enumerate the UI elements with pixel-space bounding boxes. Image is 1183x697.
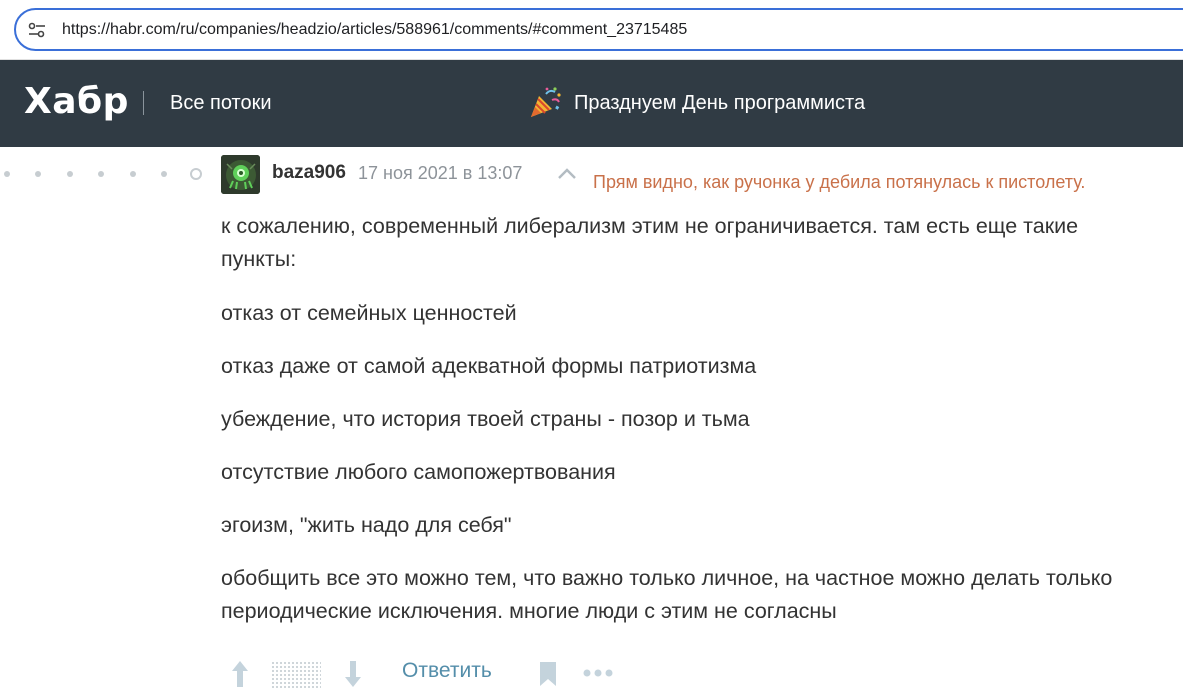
comment-paragraph: отказ даже от самой адекватной формы пат… [221, 354, 757, 378]
party-popper-icon [531, 87, 561, 117]
more-icon[interactable] [583, 668, 613, 678]
thread-dot[interactable] [67, 171, 73, 177]
url-text[interactable]: https://habr.com/ru/companies/headzio/ar… [62, 21, 687, 39]
comment-timestamp[interactable]: 17 ноя 2021 в 13:07 [358, 163, 522, 184]
thread-current-ring[interactable] [190, 168, 202, 180]
habr-logo[interactable]: Хабр [24, 81, 129, 122]
avatar[interactable] [221, 155, 260, 194]
arrow-down-icon[interactable] [343, 659, 363, 689]
bookmark-icon[interactable] [538, 660, 558, 688]
header-divider [143, 91, 144, 115]
thread-dot[interactable] [35, 171, 41, 177]
comment-paragraph: убеждение, что история твоей страны - по… [221, 407, 750, 431]
rating-hidden-icon [272, 662, 321, 688]
comment-paragraph: отказ от семейных ценностей [221, 301, 517, 325]
avatar-image [221, 155, 260, 194]
thread-dot[interactable] [98, 171, 104, 177]
thread-dot[interactable] [4, 171, 10, 177]
chevron-up-icon[interactable] [557, 166, 577, 180]
thread-dot[interactable] [161, 171, 167, 177]
address-bar[interactable]: https://habr.com/ru/companies/headzio/ar… [14, 8, 1183, 51]
comment-author[interactable]: baza906 [272, 162, 346, 184]
tune-icon[interactable] [28, 22, 46, 38]
reply-button[interactable]: Ответить [402, 659, 492, 683]
arrow-up-icon[interactable] [230, 659, 250, 689]
comment-paragraph: эгоизм, "жить надо для себя" [221, 513, 512, 537]
comment-paragraph: обобщить все это можно тем, что важно то… [221, 566, 1113, 623]
annotation-text: Прям видно, как ручонка у дебила потянул… [593, 172, 1086, 192]
comment-paragraph: к сожалению, современный либерализм этим… [221, 214, 1079, 271]
promo-text: Празднуем День программиста [574, 91, 866, 114]
browser-toolbar: https://habr.com/ru/companies/headzio/ar… [0, 0, 1183, 60]
promo-banner[interactable]: Празднуем День программиста [528, 86, 865, 120]
all-streams-link[interactable]: Все потоки [170, 92, 272, 115]
thread-dot[interactable] [130, 171, 136, 177]
comment-paragraph: отсутствие любого самопожертвования [221, 460, 616, 484]
site-header: Хабр Все потоки Празднуем День программи… [0, 60, 1183, 147]
